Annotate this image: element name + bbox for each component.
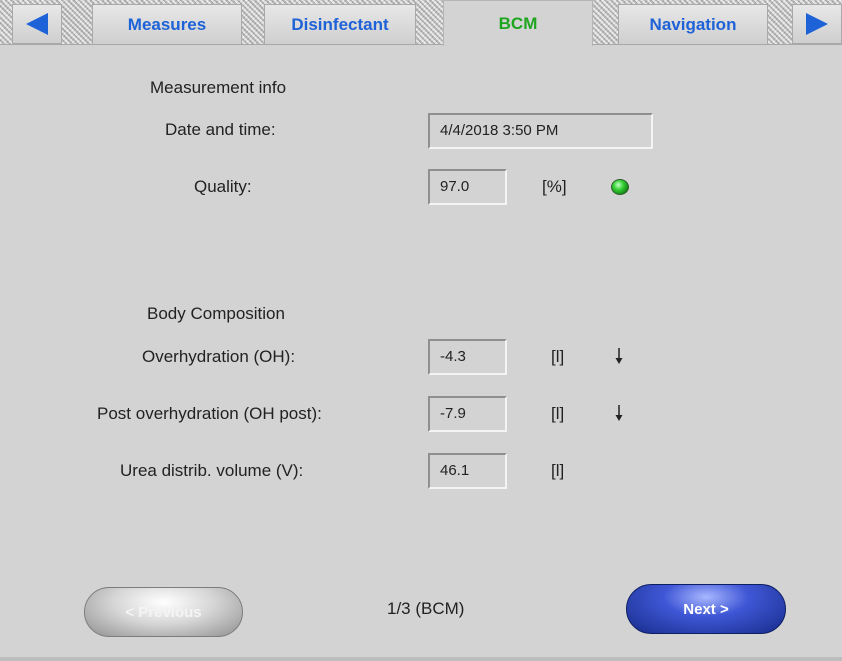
next-button[interactable]: Next > xyxy=(626,584,786,634)
right-arrow-icon xyxy=(806,13,828,35)
quality-label: Quality: xyxy=(194,177,252,196)
tab-measures[interactable]: Measures xyxy=(92,4,242,44)
bottom-border xyxy=(0,657,842,661)
left-arrow-icon xyxy=(26,13,48,35)
tab-bar: Measures Disinfectant BCM Navigation xyxy=(0,0,842,56)
tab-bcm-label: BCM xyxy=(498,13,538,33)
urea-volume-field: 46.1 xyxy=(428,453,507,489)
date-time-label: Date and time: xyxy=(165,120,276,139)
tab-bcm[interactable]: BCM xyxy=(443,0,593,46)
down-arrow-icon xyxy=(615,348,623,364)
post-overhydration-label: Post overhydration (OH post): xyxy=(97,404,322,423)
overhydration-field: -4.3 xyxy=(428,339,507,375)
quality-status-led-icon xyxy=(611,179,629,195)
tab-navigation[interactable]: Navigation xyxy=(618,4,768,44)
post-overhydration-field: -7.9 xyxy=(428,396,507,432)
previous-button-label: < Previous xyxy=(125,603,202,621)
page-indicator: 1/3 (BCM) xyxy=(387,599,465,618)
post-overhydration-unit: [l] xyxy=(551,404,565,423)
overhydration-unit: [l] xyxy=(551,347,565,366)
overhydration-label: Overhydration (OH): xyxy=(142,347,296,366)
measurement-info-title: Measurement info xyxy=(150,78,287,97)
scroll-tabs-left-button[interactable] xyxy=(12,4,62,44)
scroll-tabs-right-button[interactable] xyxy=(792,4,842,44)
body-composition-title: Body Composition xyxy=(147,304,285,323)
date-time-field: 4/4/2018 3:50 PM xyxy=(428,113,653,149)
bcm-screen: Measures Disinfectant BCM Navigation Mea… xyxy=(0,0,842,661)
tab-measures-label: Measures xyxy=(127,14,207,34)
urea-volume-label: Urea distrib. volume (V): xyxy=(120,461,304,480)
urea-volume-unit: [l] xyxy=(551,461,565,480)
previous-button[interactable]: < Previous xyxy=(84,587,243,637)
quality-field: 97.0 xyxy=(428,169,507,205)
tab-navigation-label: Navigation xyxy=(649,14,737,34)
next-button-label: Next > xyxy=(683,600,729,618)
tab-disinfectant-label: Disinfectant xyxy=(291,14,389,34)
tab-disinfectant[interactable]: Disinfectant xyxy=(264,4,416,44)
down-arrow-icon xyxy=(615,405,623,421)
quality-unit: [%] xyxy=(542,177,567,196)
